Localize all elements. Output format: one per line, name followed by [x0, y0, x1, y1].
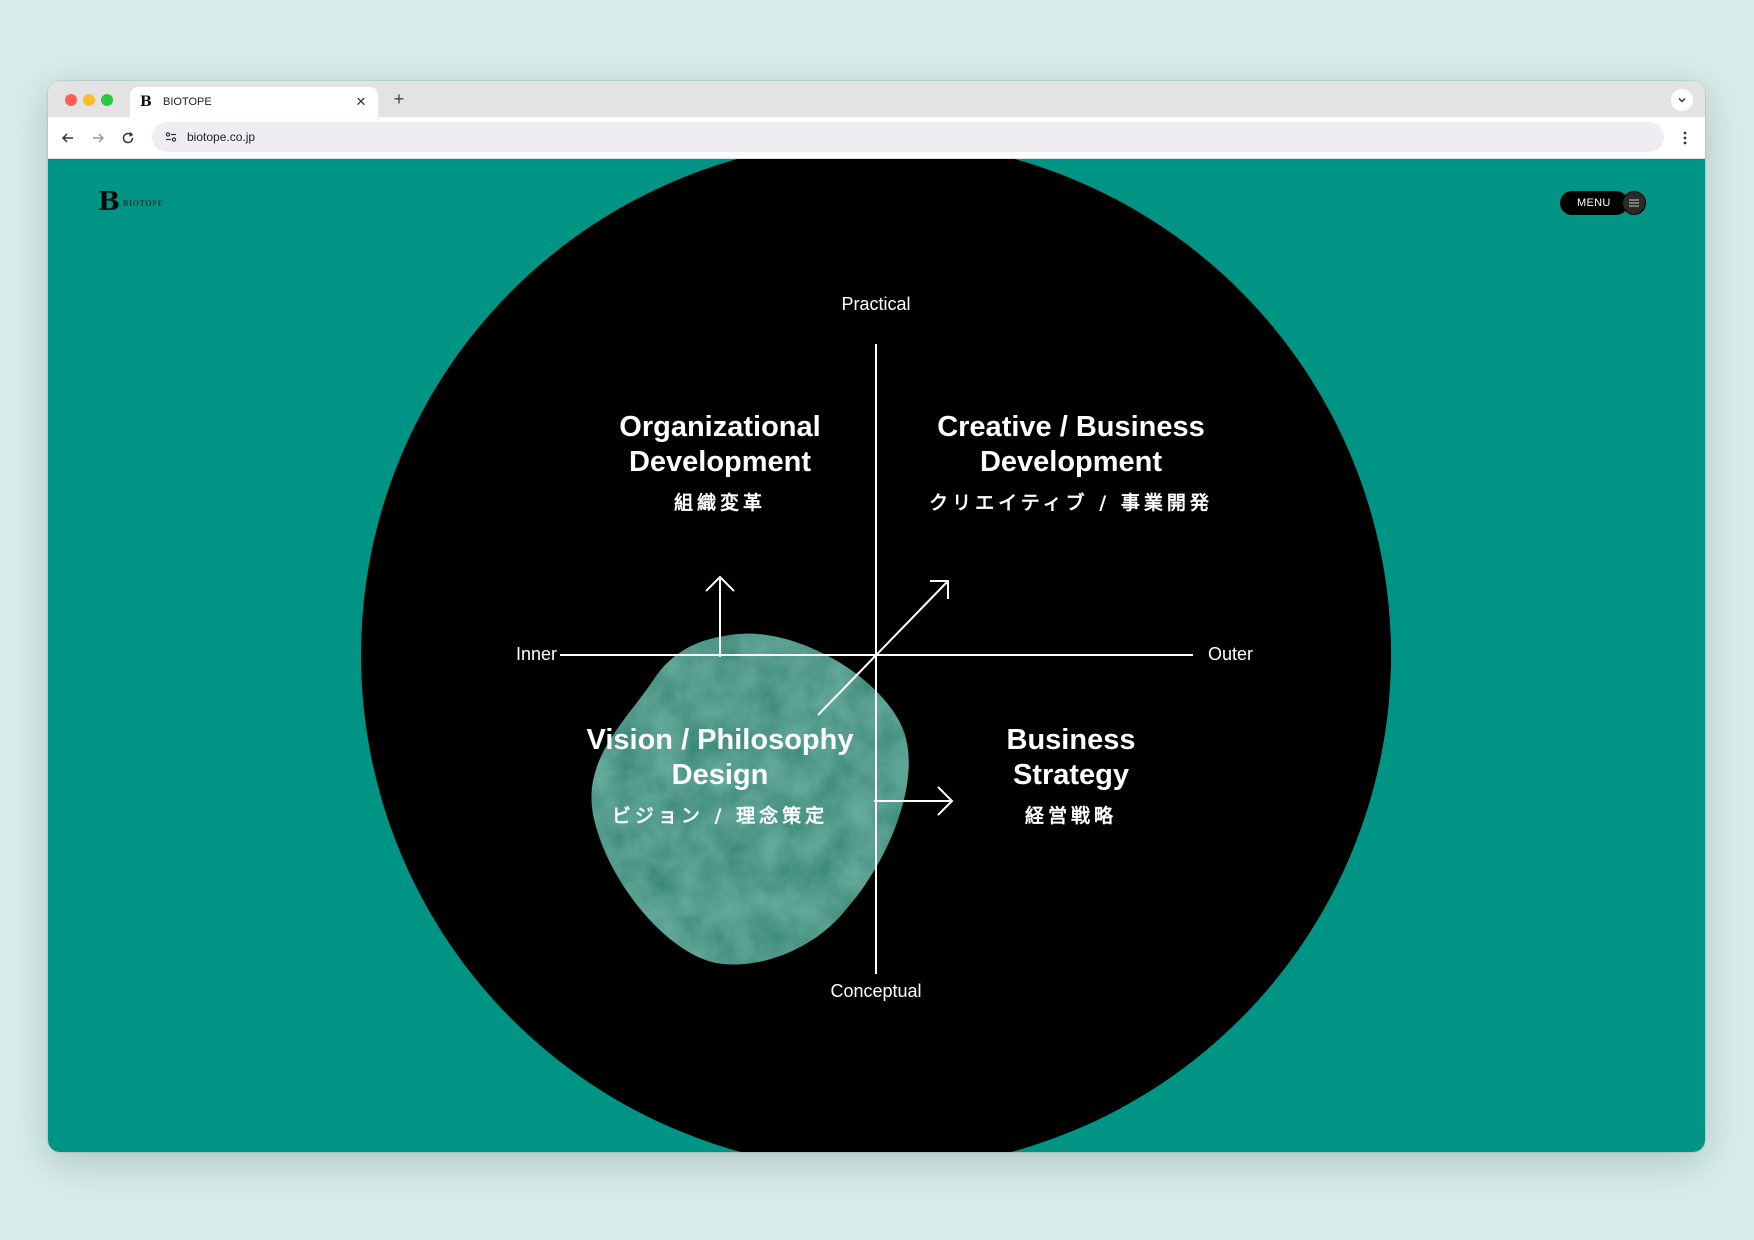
maximize-window-button[interactable] [101, 94, 113, 106]
quadrant-organizational-development[interactable]: Organizational Development 組織変革 [600, 410, 840, 515]
browser-window: B BIOTOPE ✕ + biotope.co.jp B BIOTOPE ME… [48, 81, 1705, 1152]
url-text: biotope.co.jp [187, 130, 256, 144]
close-window-button[interactable] [65, 94, 77, 106]
quadrant-vision-philosophy-design[interactable]: Vision / Philosophy Design ビジョン / 理念策定 [580, 723, 860, 828]
quadrant-title-line1: Organizational [619, 411, 821, 443]
back-button[interactable] [58, 128, 78, 148]
logo-mark: B [98, 187, 120, 217]
quadrant-creative-business-development[interactable]: Creative / Business Development クリエイティブ … [906, 410, 1236, 515]
quadrant-title-line1: Creative / Business [937, 411, 1205, 443]
page-content: B BIOTOPE MENU Practical Conceptual Inne… [48, 159, 1705, 1152]
quadrant-business-strategy[interactable]: Business Strategy 経営戦略 [976, 723, 1166, 828]
logo-text: BIOTOPE [122, 198, 164, 208]
quadrant-subtitle: クリエイティブ / 事業開発 [929, 492, 1213, 514]
quadrant-title-line2: Development [979, 446, 1163, 478]
axis-label-outer: Outer [1208, 644, 1254, 664]
axis-label-conceptual: Conceptual [830, 981, 922, 1001]
browser-menu-button[interactable] [1675, 128, 1695, 148]
quadrant-subtitle: ビジョン / 理念策定 [611, 805, 829, 827]
menu-label: MENU [1560, 191, 1628, 215]
reload-icon [122, 132, 134, 144]
hamburger-icon [1621, 191, 1646, 215]
favicon-icon: B [140, 94, 152, 110]
chevron-down-icon [1678, 97, 1686, 103]
biotope-logo[interactable]: B BIOTOPE [98, 189, 164, 215]
quadrant-subtitle: 経営戦略 [1024, 805, 1117, 827]
quadrant-title-line1: Vision / Philosophy [586, 724, 854, 756]
tab-search-button[interactable] [1671, 89, 1693, 111]
browser-toolbar: biotope.co.jp [48, 117, 1705, 159]
forward-button[interactable] [88, 128, 108, 148]
tab-biotope[interactable]: B BIOTOPE ✕ [130, 87, 378, 117]
quadrant-title-line2: Development [628, 446, 812, 478]
minimize-window-button[interactable] [83, 94, 95, 106]
more-vertical-icon [1683, 131, 1687, 145]
site-settings-icon[interactable] [164, 130, 178, 144]
arrow-left-icon [61, 133, 73, 143]
quadrant-title-line2: Strategy [1012, 759, 1130, 791]
axis-label-practical: Practical [841, 294, 911, 314]
menu-button[interactable]: MENU [1560, 191, 1646, 215]
arrow-right-icon [93, 133, 105, 143]
axis-label-inner: Inner [516, 644, 558, 664]
tab-title: BIOTOPE [163, 96, 212, 108]
close-tab-icon[interactable]: ✕ [354, 94, 368, 110]
tab-strip: B BIOTOPE ✕ + [48, 81, 1705, 117]
address-bar[interactable]: biotope.co.jp [152, 122, 1664, 152]
reload-button[interactable] [118, 128, 138, 148]
new-tab-button[interactable]: + [389, 89, 409, 110]
quadrant-title-line2: Design [671, 759, 769, 791]
quadrant-subtitle: 組織変革 [673, 492, 766, 514]
quadrant-title-line1: Business [1006, 724, 1136, 756]
